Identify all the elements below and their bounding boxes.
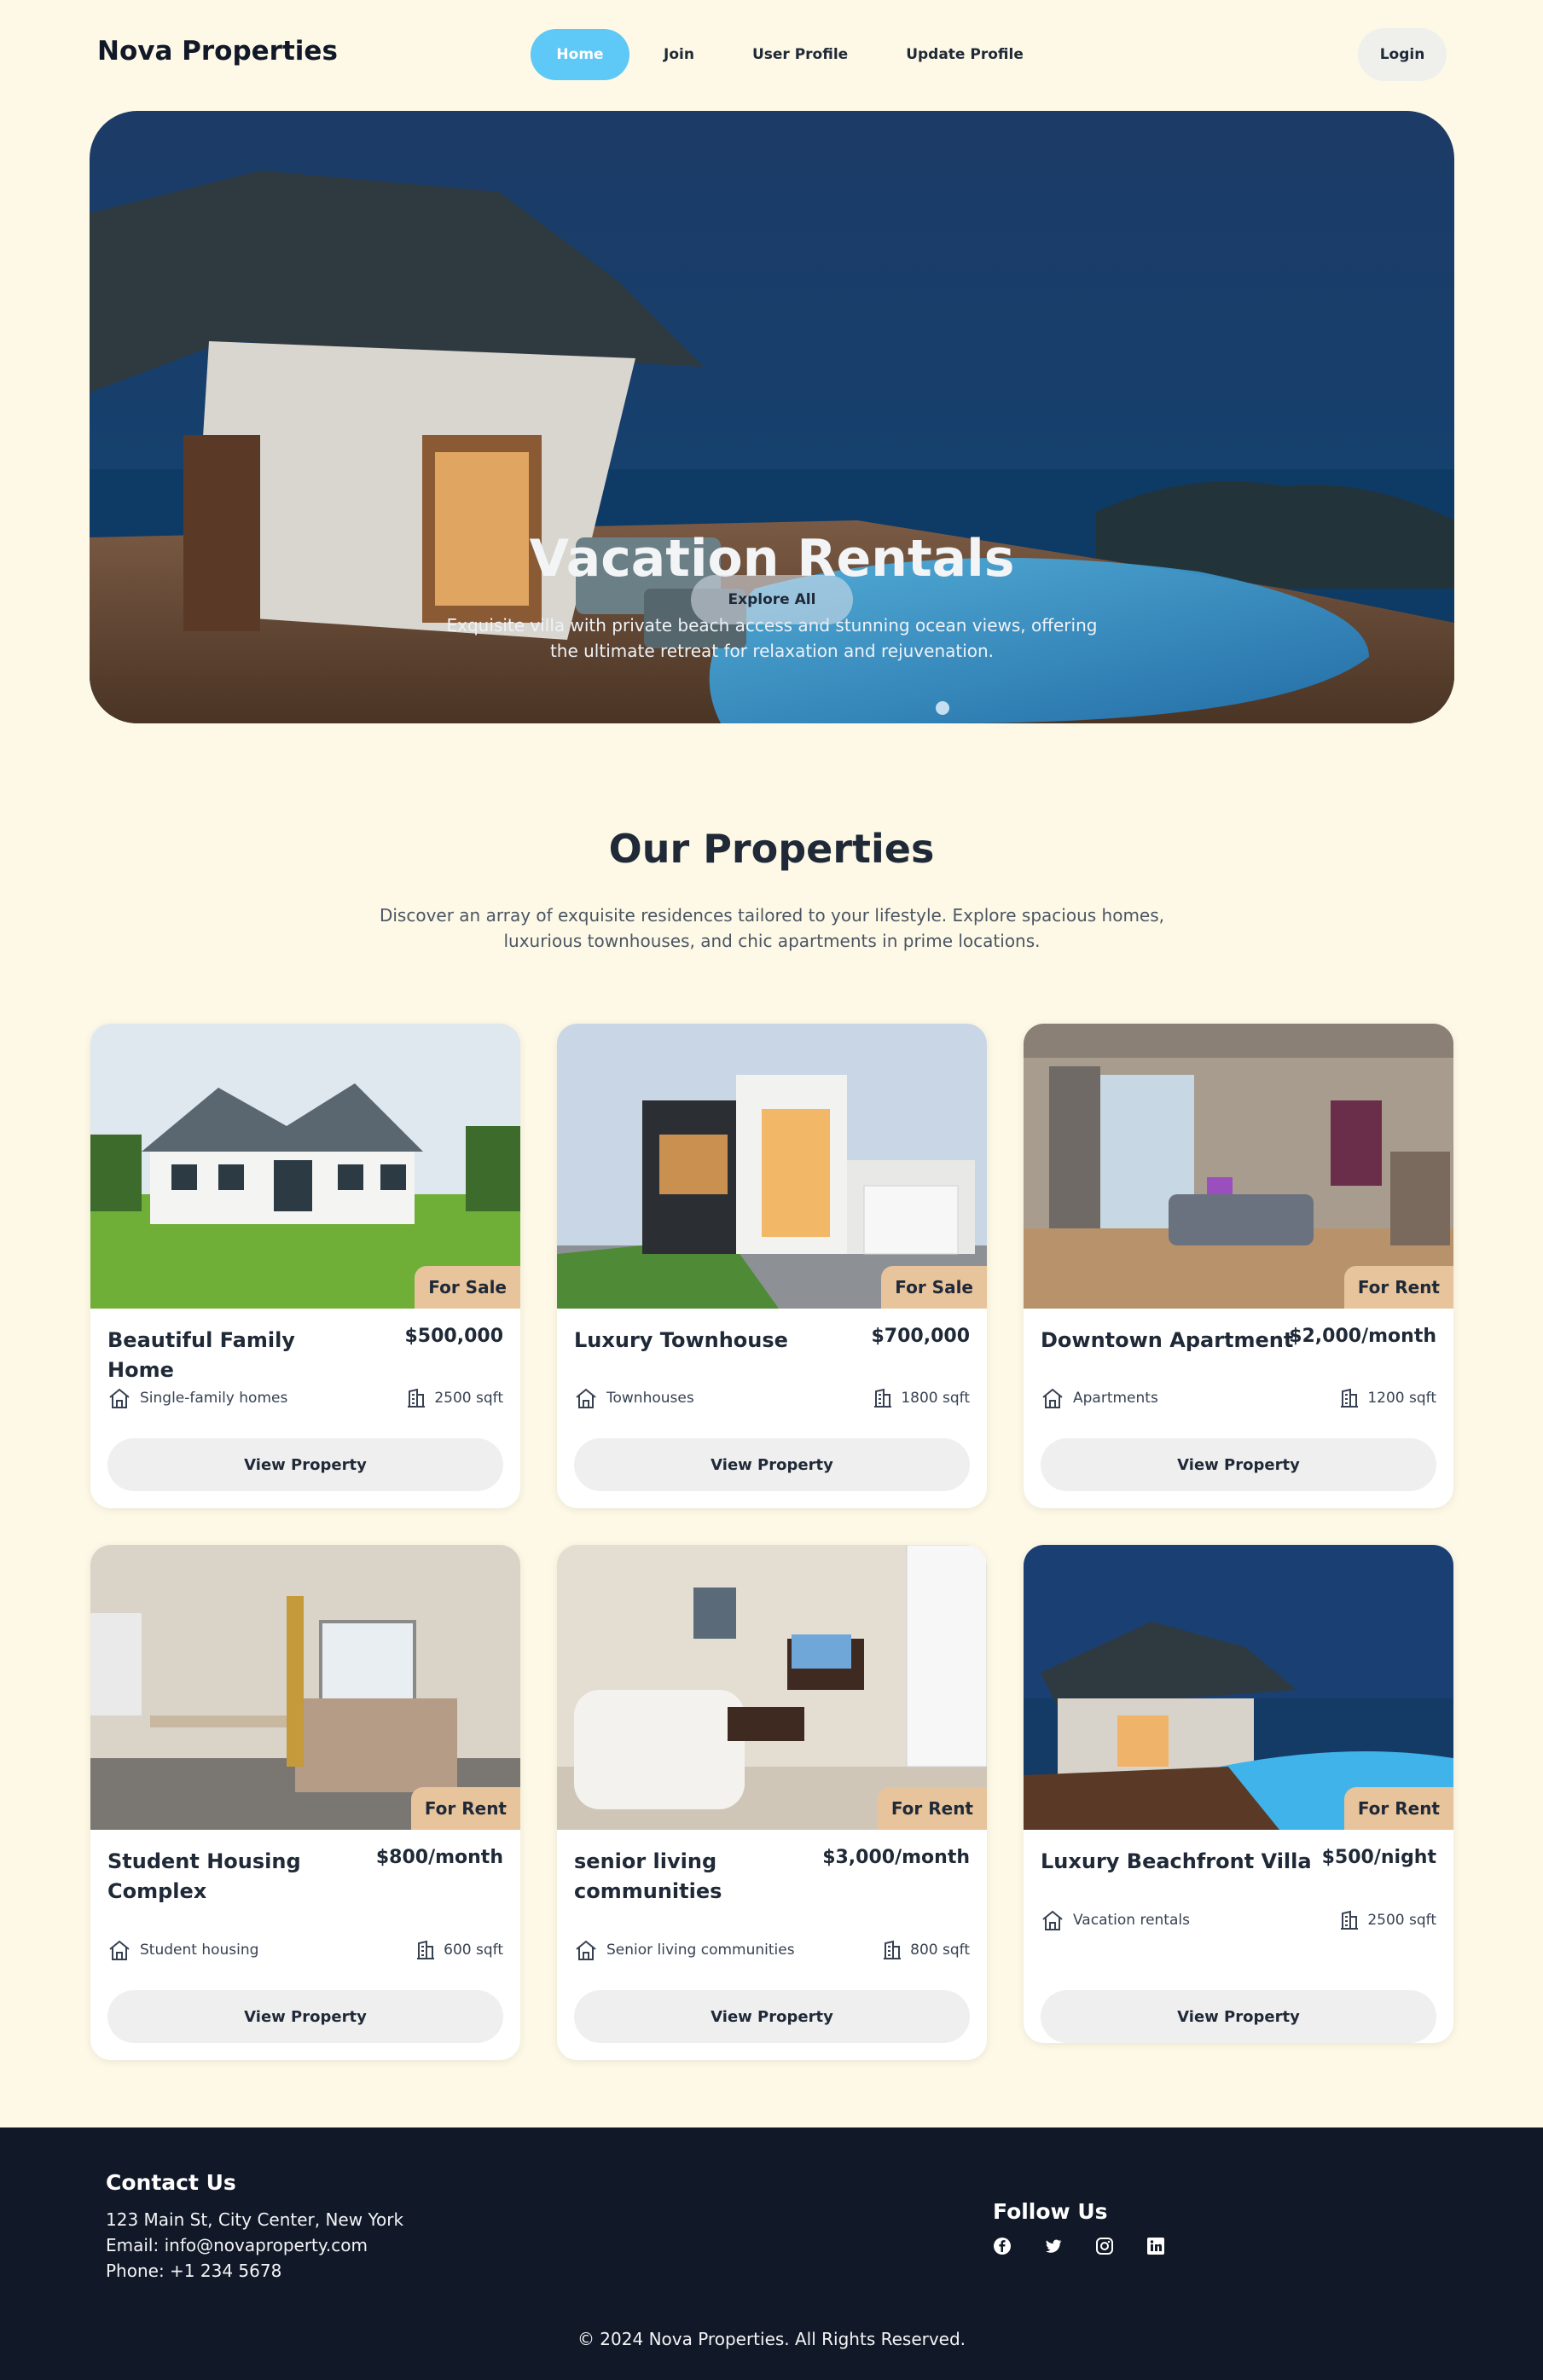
property-title: Luxury Townhouse — [574, 1328, 788, 1352]
home-icon — [1042, 1388, 1063, 1408]
property-type: Single-family homes — [140, 1390, 288, 1407]
property-price: $500/night — [1321, 1847, 1436, 1868]
follow-title: Follow Us — [993, 2199, 1108, 2224]
property-title: Student Housing Complex — [107, 1849, 301, 1903]
property-area: 2500 sqft — [434, 1390, 503, 1407]
social-links — [993, 2237, 1165, 2255]
property-meta: Apartments 1200 sqft — [1041, 1385, 1436, 1411]
property-type: Apartments — [1073, 1390, 1158, 1407]
view-property-button[interactable]: View Property — [107, 1990, 503, 2043]
view-property-button[interactable]: View Property — [107, 1438, 503, 1491]
top-navbar: Nova Properties Home Join User Profile U… — [0, 0, 1543, 109]
property-type: Senior living communities — [606, 1942, 795, 1959]
view-property-button[interactable]: View Property — [574, 1990, 970, 2043]
hero-banner: Vacation Rentals Exquisite villa with pr… — [90, 111, 1454, 723]
property-price: $3,000/month — [822, 1847, 970, 1868]
building-icon — [417, 1940, 435, 1959]
nav-home[interactable]: Home — [531, 29, 629, 80]
property-card[interactable]: For Rent senior living communities $3,00… — [557, 1545, 987, 2060]
building-icon — [1341, 1388, 1359, 1408]
property-meta: Single-family homes 2500 sqft — [107, 1385, 503, 1411]
property-price: $700,000 — [871, 1326, 970, 1347]
building-icon — [1341, 1910, 1359, 1930]
status-badge: For Rent — [877, 1787, 987, 1830]
contact-phone[interactable]: Phone: +1 234 5678 — [106, 2261, 281, 2281]
property-area: 600 sqft — [444, 1942, 503, 1959]
home-icon — [109, 1940, 130, 1960]
footer: Contact Us 123 Main St, City Center, New… — [0, 2127, 1543, 2380]
home-icon — [109, 1388, 130, 1408]
view-property-button[interactable]: View Property — [1041, 1990, 1436, 2043]
property-title: Beautiful Family Home — [107, 1328, 295, 1382]
contact-address: 123 Main St, City Center, New York — [106, 2209, 404, 2230]
view-property-button[interactable]: View Property — [1041, 1438, 1436, 1491]
status-badge: For Sale — [881, 1266, 987, 1309]
building-icon — [884, 1940, 902, 1959]
property-type: Vacation rentals — [1073, 1912, 1190, 1929]
home-icon — [1042, 1910, 1063, 1930]
instagram-icon[interactable] — [1095, 2237, 1114, 2255]
property-title: Downtown Apartment — [1041, 1328, 1294, 1352]
property-price: $500,000 — [404, 1326, 503, 1347]
property-type: Student housing — [140, 1942, 259, 1959]
home-icon — [576, 1940, 596, 1960]
status-badge: For Sale — [415, 1266, 520, 1309]
brand-logo[interactable]: Nova Properties — [97, 36, 338, 67]
home-icon — [576, 1388, 596, 1408]
facebook-icon[interactable] — [993, 2237, 1012, 2255]
nav-update-profile[interactable]: Update Profile — [882, 29, 1047, 80]
property-card[interactable]: For Sale Luxury Townhouse $700,000 Townh… — [557, 1024, 987, 1508]
section-title: Our Properties — [608, 826, 935, 872]
property-area: 1200 sqft — [1367, 1390, 1436, 1407]
nav-join[interactable]: Join — [640, 29, 718, 80]
login-button[interactable]: Login — [1358, 28, 1447, 81]
property-title: senior living communities — [574, 1849, 722, 1903]
copyright: © 2024 Nova Properties. All Rights Reser… — [577, 2329, 966, 2349]
twitter-icon[interactable] — [1044, 2237, 1063, 2255]
property-price: $800/month — [375, 1847, 503, 1868]
building-icon — [874, 1388, 892, 1408]
property-area: 1800 sqft — [901, 1390, 970, 1407]
property-area: 800 sqft — [910, 1942, 970, 1959]
property-type: Townhouses — [606, 1390, 694, 1407]
contact-email[interactable]: Email: info@novaproperty.com — [106, 2235, 368, 2255]
section-subtitle: Discover an array of exquisite residence… — [379, 905, 1165, 951]
property-price: $2,000/month — [1289, 1326, 1436, 1347]
property-meta: Senior living communities 800 sqft — [574, 1937, 970, 1963]
building-icon — [408, 1388, 426, 1408]
property-card[interactable]: For Rent Student Housing Complex $800/mo… — [90, 1545, 520, 2060]
property-meta: Vacation rentals 2500 sqft — [1041, 1907, 1436, 1933]
nav-links: Home Join User Profile Update Profile — [531, 29, 1047, 80]
status-badge: For Rent — [1343, 1266, 1453, 1309]
property-card[interactable]: For Rent Downtown Apartment $2,000/month… — [1024, 1024, 1453, 1508]
property-meta: Townhouses 1800 sqft — [574, 1385, 970, 1411]
property-card[interactable]: For Sale Beautiful Family Home $500,000 … — [90, 1024, 520, 1508]
view-property-button[interactable]: View Property — [574, 1438, 970, 1491]
explore-all-button[interactable]: Explore All — [691, 575, 853, 624]
status-badge: For Rent — [1343, 1787, 1453, 1830]
nav-user-profile[interactable]: User Profile — [728, 29, 872, 80]
property-title: Luxury Beachfront Villa — [1041, 1849, 1312, 1873]
property-area: 2500 sqft — [1367, 1912, 1436, 1929]
status-badge: For Rent — [410, 1787, 520, 1830]
linkedin-icon[interactable] — [1146, 2237, 1165, 2255]
property-meta: Student housing 600 sqft — [107, 1937, 503, 1963]
contact-title: Contact Us — [106, 2170, 236, 2195]
property-card[interactable]: For Rent Luxury Beachfront Villa $500/ni… — [1024, 1545, 1453, 2043]
